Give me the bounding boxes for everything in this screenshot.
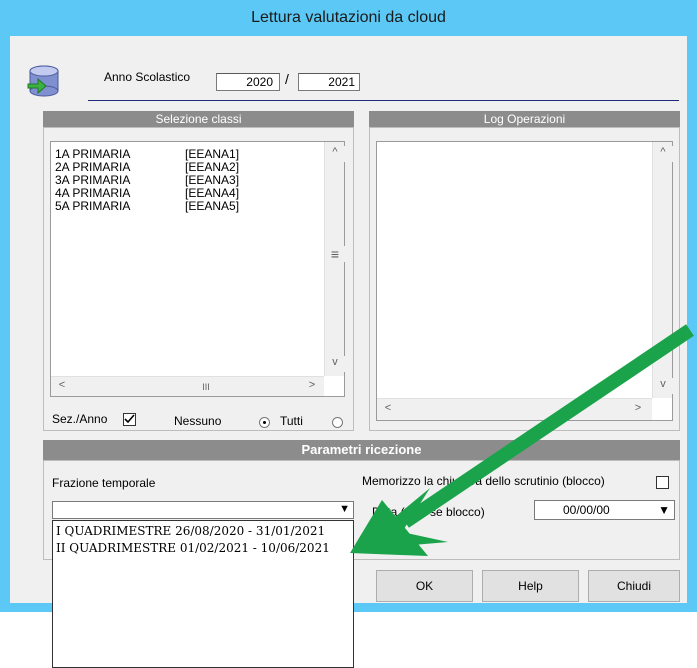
log-scroll-up-button[interactable]: ^ bbox=[653, 146, 673, 162]
close-button[interactable]: Chiudi bbox=[588, 570, 680, 602]
frazione-dropdown-list[interactable]: I QUADRIMESTRE 26/08/2020 - 31/01/2021 I… bbox=[52, 520, 354, 668]
tutti-label[interactable]: Tutti bbox=[280, 414, 303, 428]
dropdown-option-q2[interactable]: II QUADRIMESTRE 01/02/2021 - 10/06/2021 bbox=[56, 541, 330, 555]
class-name: 5A PRIMARIA bbox=[55, 199, 131, 213]
scroll-hthumb-grip-icon[interactable]: III bbox=[191, 379, 221, 395]
frazione-combobox[interactable]: ▼ bbox=[52, 501, 354, 519]
class-code: [EEANA2] bbox=[185, 160, 240, 174]
class-code: [EEANA1] bbox=[185, 147, 240, 161]
ok-button[interactable]: OK bbox=[376, 570, 473, 602]
class-code: [EEANA3] bbox=[185, 173, 240, 187]
classes-header: Selezione classi bbox=[43, 111, 354, 127]
year-label: Anno Scolastico bbox=[104, 70, 191, 84]
scroll-right-button[interactable]: > bbox=[305, 379, 319, 395]
scroll-left-button[interactable]: < bbox=[55, 379, 69, 395]
database-icon bbox=[27, 65, 59, 97]
year-from-field[interactable]: 2020 bbox=[216, 73, 280, 91]
nessuno-radio[interactable] bbox=[259, 417, 270, 428]
classes-list: 1A PRIMARIA [EEANA1] 2A PRIMARIA [EEANA2] … bbox=[55, 148, 315, 213]
year-to-field[interactable]: 2021 bbox=[298, 73, 360, 91]
class-code: [EEANA5] bbox=[185, 199, 240, 213]
sez-anno-checkbox[interactable] bbox=[123, 413, 136, 426]
year-from-value: 2020 bbox=[246, 75, 273, 89]
header-underline bbox=[88, 100, 679, 101]
dropdown-option-q1[interactable]: I QUADRIMESTRE 26/08/2020 - 31/01/2021 bbox=[56, 524, 325, 538]
frazione-label: Frazione temporale bbox=[52, 476, 156, 490]
classes-listbox[interactable]: 1A PRIMARIA [EEANA1] 2A PRIMARIA [EEANA2] … bbox=[50, 141, 345, 397]
nessuno-label[interactable]: Nessuno bbox=[174, 414, 221, 428]
list-item[interactable]: 5A PRIMARIA [EEANA5] bbox=[55, 200, 315, 213]
classes-horizontal-scrollbar[interactable]: < III > bbox=[51, 376, 324, 396]
year-to-value: 2021 bbox=[328, 75, 355, 89]
checkmark-icon bbox=[124, 414, 135, 424]
annotation-arrow-icon bbox=[350, 324, 694, 556]
help-button[interactable]: Help bbox=[482, 570, 579, 602]
year-separator: / bbox=[285, 71, 289, 87]
scroll-thumb-grip-icon[interactable]: ≡ bbox=[325, 246, 345, 262]
scroll-up-button[interactable]: ^ bbox=[325, 146, 345, 162]
sez-anno-label: Sez./Anno bbox=[52, 412, 108, 426]
class-code: [EEANA4] bbox=[185, 186, 240, 200]
window-title: Lettura valutazioni da cloud bbox=[251, 9, 446, 26]
log-header: Log Operazioni bbox=[369, 111, 680, 127]
